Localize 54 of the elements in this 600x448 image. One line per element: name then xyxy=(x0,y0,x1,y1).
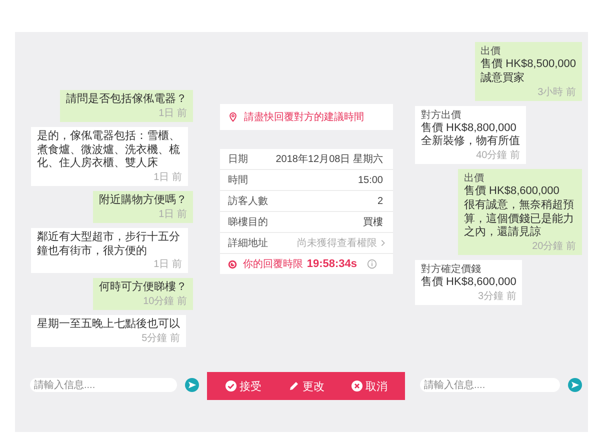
x-circle-icon xyxy=(350,380,362,392)
check-circle-icon xyxy=(224,380,236,392)
info-icon[interactable] xyxy=(367,259,377,269)
message-text: 是的，傢俬電器包括：雪櫃、煮食爐、微波爐、洗衣機、梳化、住人房衣櫃、雙人床 xyxy=(37,130,181,171)
message-time: 1日 前 xyxy=(158,108,187,120)
offer-price: 售價 HK$8,800,000 xyxy=(421,122,518,134)
detail-value: 2018年12月08日 星期六 xyxy=(276,152,383,166)
message-time: 1日 前 xyxy=(152,172,182,184)
offer-note: 全新裝修，物有所值 xyxy=(421,135,520,149)
offer-title: 對方出價 xyxy=(421,108,462,122)
detail-value: 尚未獲得查看權限 xyxy=(297,236,377,250)
offer-price: 售價 HK$8,600,000 xyxy=(464,185,560,199)
message-time: 3小時 前 xyxy=(536,86,576,98)
chevron-right-icon xyxy=(379,239,387,247)
message-text: 鄰近有大型超市，步行十五分鐘也有街市，很方便的 xyxy=(37,230,181,258)
message-time: 1日 前 xyxy=(158,208,187,221)
message-time: 40分鐘 前 xyxy=(475,150,520,162)
offer-price: 售價 HK$8,500,000 xyxy=(480,58,576,72)
deadline-label: 你的回覆時限 xyxy=(243,258,304,271)
cancel-button[interactable]: 取消 xyxy=(348,376,390,396)
message-time: 10分鐘 前 xyxy=(142,296,187,308)
detail-label: 日期 xyxy=(228,152,249,166)
message-time: 20分鐘 前 xyxy=(531,241,576,253)
offer-title: 對方確定價錢 xyxy=(421,263,482,276)
message-input-field[interactable]: 請輸入信息.... xyxy=(420,378,560,392)
send-icon[interactable] xyxy=(568,378,582,392)
offer-note: 很有誠意，無奈稍超預算，這個價錢已是能力之內，還請見諒 xyxy=(464,198,575,240)
message-text: 附近購物方便嗎？ xyxy=(99,194,187,208)
detail-value: 15:00 xyxy=(358,174,383,186)
message-text: 何時可方便睇樓？ xyxy=(99,281,187,295)
message-time: 1日 前 xyxy=(152,259,182,272)
offer-title: 出價 xyxy=(480,45,502,58)
message-text: 請問是否包括傢俬電器？ xyxy=(66,93,187,107)
detail-label: 睇樓目的 xyxy=(228,216,269,229)
deadline-countdown: 19:58:34s xyxy=(306,258,357,270)
message-time: 5分鐘 前 xyxy=(140,332,180,345)
offer-title: 出價 xyxy=(464,172,485,185)
send-icon[interactable] xyxy=(185,378,199,392)
detail-label: 詳細地址 xyxy=(228,236,269,250)
location-pin-icon xyxy=(228,112,238,122)
notice-text: 請盡快回覆對方的建議時間 xyxy=(244,110,364,124)
message-input-field[interactable]: 請輸入信息.... xyxy=(30,378,177,392)
detail-value: 買樓 xyxy=(363,216,383,229)
detail-label: 訪客人數 xyxy=(228,194,269,208)
accept-button[interactable]: 接受 xyxy=(222,376,264,396)
pencil-icon xyxy=(288,380,300,392)
message-time: 3分鐘 前 xyxy=(477,290,516,303)
detail-label: 時間 xyxy=(228,174,249,187)
clock-icon xyxy=(228,260,237,268)
message-text: 星期一至五晚上七點後也可以 xyxy=(37,318,180,332)
offer-price: 售價 HK$8,600,000 xyxy=(421,276,516,290)
edit-button[interactable]: 更改 xyxy=(286,376,326,396)
offer-note: 誠意買家 xyxy=(480,72,526,86)
detail-value: 2 xyxy=(377,196,383,206)
